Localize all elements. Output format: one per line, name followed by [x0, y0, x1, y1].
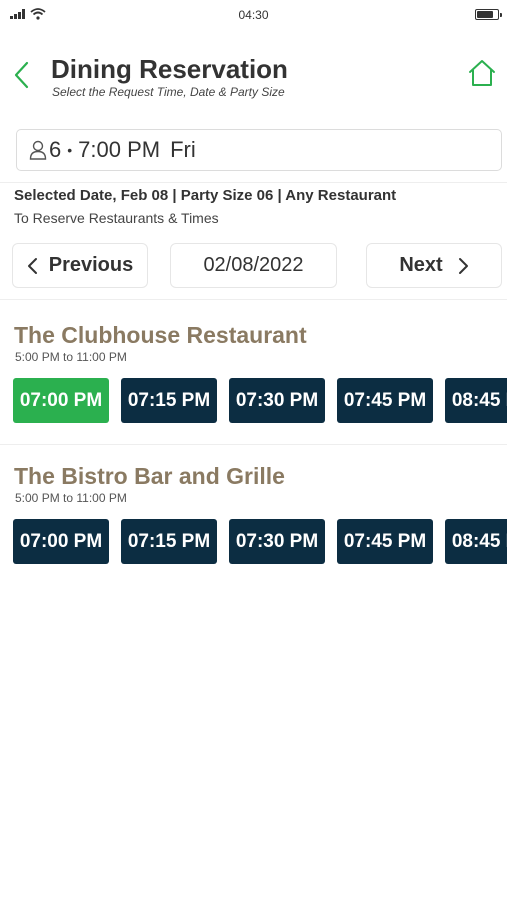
- clock: 04:30: [238, 8, 269, 22]
- selection-summary: Selected Date, Feb 08 | Party Size 06 | …: [14, 187, 397, 204]
- restaurant-hours: 5:00 PM to 11:00 PM: [15, 491, 127, 505]
- date-picker-button[interactable]: 02/08/2022: [170, 243, 337, 288]
- time-slot-list: 07:00 PM 07:15 PM 07:30 PM 07:45 PM 08:4…: [13, 519, 507, 564]
- home-icon[interactable]: [467, 58, 497, 88]
- chevron-right-icon: [458, 257, 468, 274]
- time-value: 7:00 PM: [78, 137, 161, 162]
- divider: [0, 182, 507, 183]
- divider: [0, 299, 507, 300]
- selected-date: 02/08/2022: [203, 254, 304, 276]
- party-size-value: 6: [49, 137, 62, 162]
- time-slot-button[interactable]: 08:45 PM: [445, 519, 507, 564]
- previous-button[interactable]: Previous: [12, 243, 148, 288]
- time-slot-button[interactable]: 07:30 PM: [229, 378, 325, 423]
- time-slot-button[interactable]: 07:15 PM: [121, 519, 217, 564]
- time-slot-button[interactable]: 07:00 PM: [13, 519, 109, 564]
- page-subtitle: Select the Request Time, Date & Party Si…: [52, 85, 285, 99]
- next-button[interactable]: Next: [366, 243, 502, 288]
- time-slot-button[interactable]: 08:45 PM: [445, 378, 507, 423]
- restaurant-hours: 5:00 PM to 11:00 PM: [15, 350, 127, 364]
- time-slot-button[interactable]: 07:15 PM: [121, 378, 217, 423]
- time-slot-list: 07:00 PM 07:15 PM 07:30 PM 07:45 PM 08:4…: [13, 378, 507, 423]
- time-slot-button[interactable]: 07:45 PM: [337, 378, 433, 423]
- page-title: Dining Reservation: [51, 54, 288, 84]
- selection-hint: To Reserve Restaurants & Times: [14, 210, 219, 226]
- restaurant-name: The Bistro Bar and Grille: [14, 463, 285, 489]
- app-screen: 04:30 Dining Reservation Select the Requ…: [0, 0, 507, 900]
- time-slot-button[interactable]: 07:30 PM: [229, 519, 325, 564]
- next-label: Next: [399, 254, 443, 276]
- status-bar: 04:30: [0, 0, 507, 30]
- person-icon: [29, 140, 47, 160]
- party-time-selector[interactable]: 6 • 7:00 PM Fri: [16, 129, 502, 171]
- time-slot-button[interactable]: 07:45 PM: [337, 519, 433, 564]
- separator-dot: •: [67, 142, 73, 158]
- chevron-left-icon: [27, 257, 37, 274]
- battery-level: [477, 11, 493, 18]
- day-value: Fri: [170, 137, 196, 162]
- time-slot-button[interactable]: 07:00 PM: [13, 378, 109, 423]
- previous-label: Previous: [48, 254, 134, 276]
- back-arrow-icon[interactable]: [10, 60, 34, 90]
- divider: [0, 444, 507, 445]
- restaurant-name: The Clubhouse Restaurant: [14, 322, 307, 348]
- header: Dining Reservation Select the Request Ti…: [0, 50, 507, 110]
- battery-icon: [475, 9, 502, 20]
